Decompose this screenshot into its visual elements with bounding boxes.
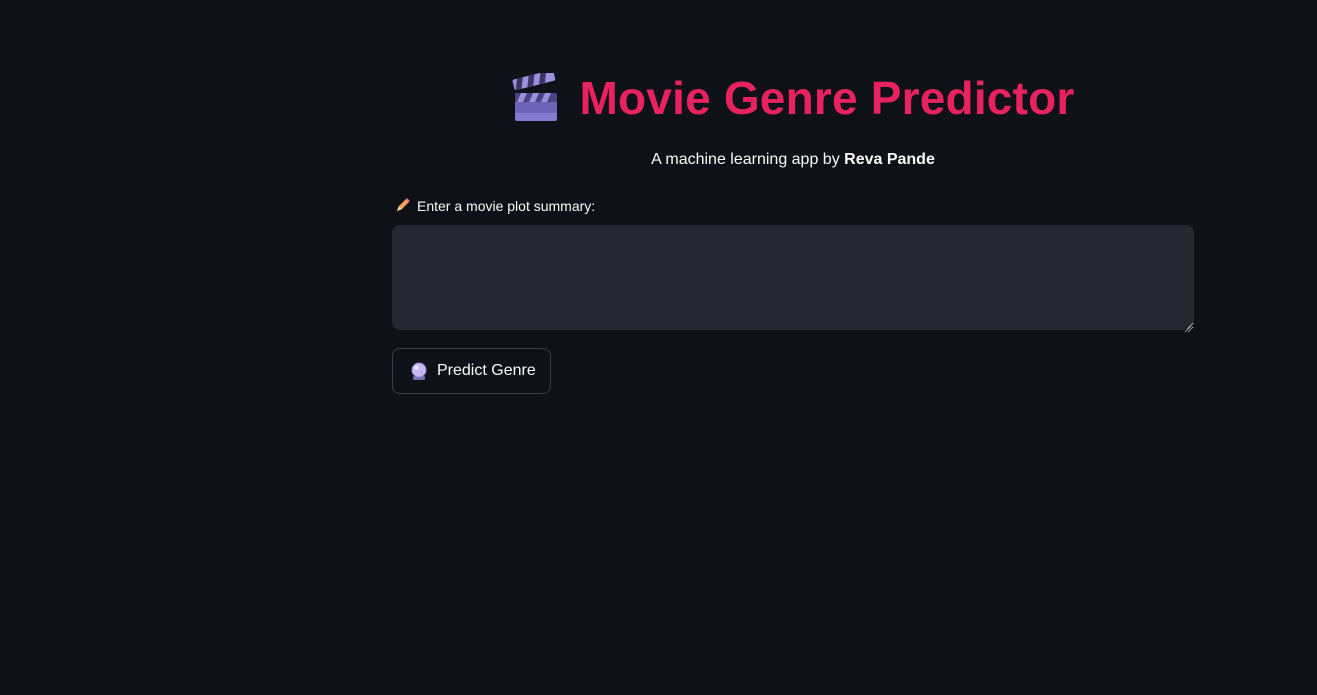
plot-input-label: Enter a movie plot summary: (417, 197, 596, 214)
plot-input-label-row: Enter a movie plot summary: (394, 197, 595, 214)
predict-genre-button[interactable]: Predict Genre (392, 348, 551, 394)
page-title: Movie Genre Predictor (579, 72, 1075, 124)
author-name: Reva Pande (844, 151, 935, 168)
subtitle: A machine learning app by Reva Pande (392, 148, 1194, 172)
predict-genre-label: Predict Genre (437, 362, 536, 379)
clapperboard-icon (511, 70, 559, 123)
app-root: Movie Genre Predictor A machine learning… (0, 0, 1317, 695)
crystal-ball-icon (409, 361, 429, 381)
resize-grip-icon[interactable] (1184, 320, 1192, 333)
subtitle-text: A machine learning app by (651, 151, 845, 168)
pencil-icon (394, 197, 411, 214)
page-header: Movie Genre Predictor (392, 68, 1194, 128)
plot-summary-textarea[interactable] (392, 225, 1194, 330)
